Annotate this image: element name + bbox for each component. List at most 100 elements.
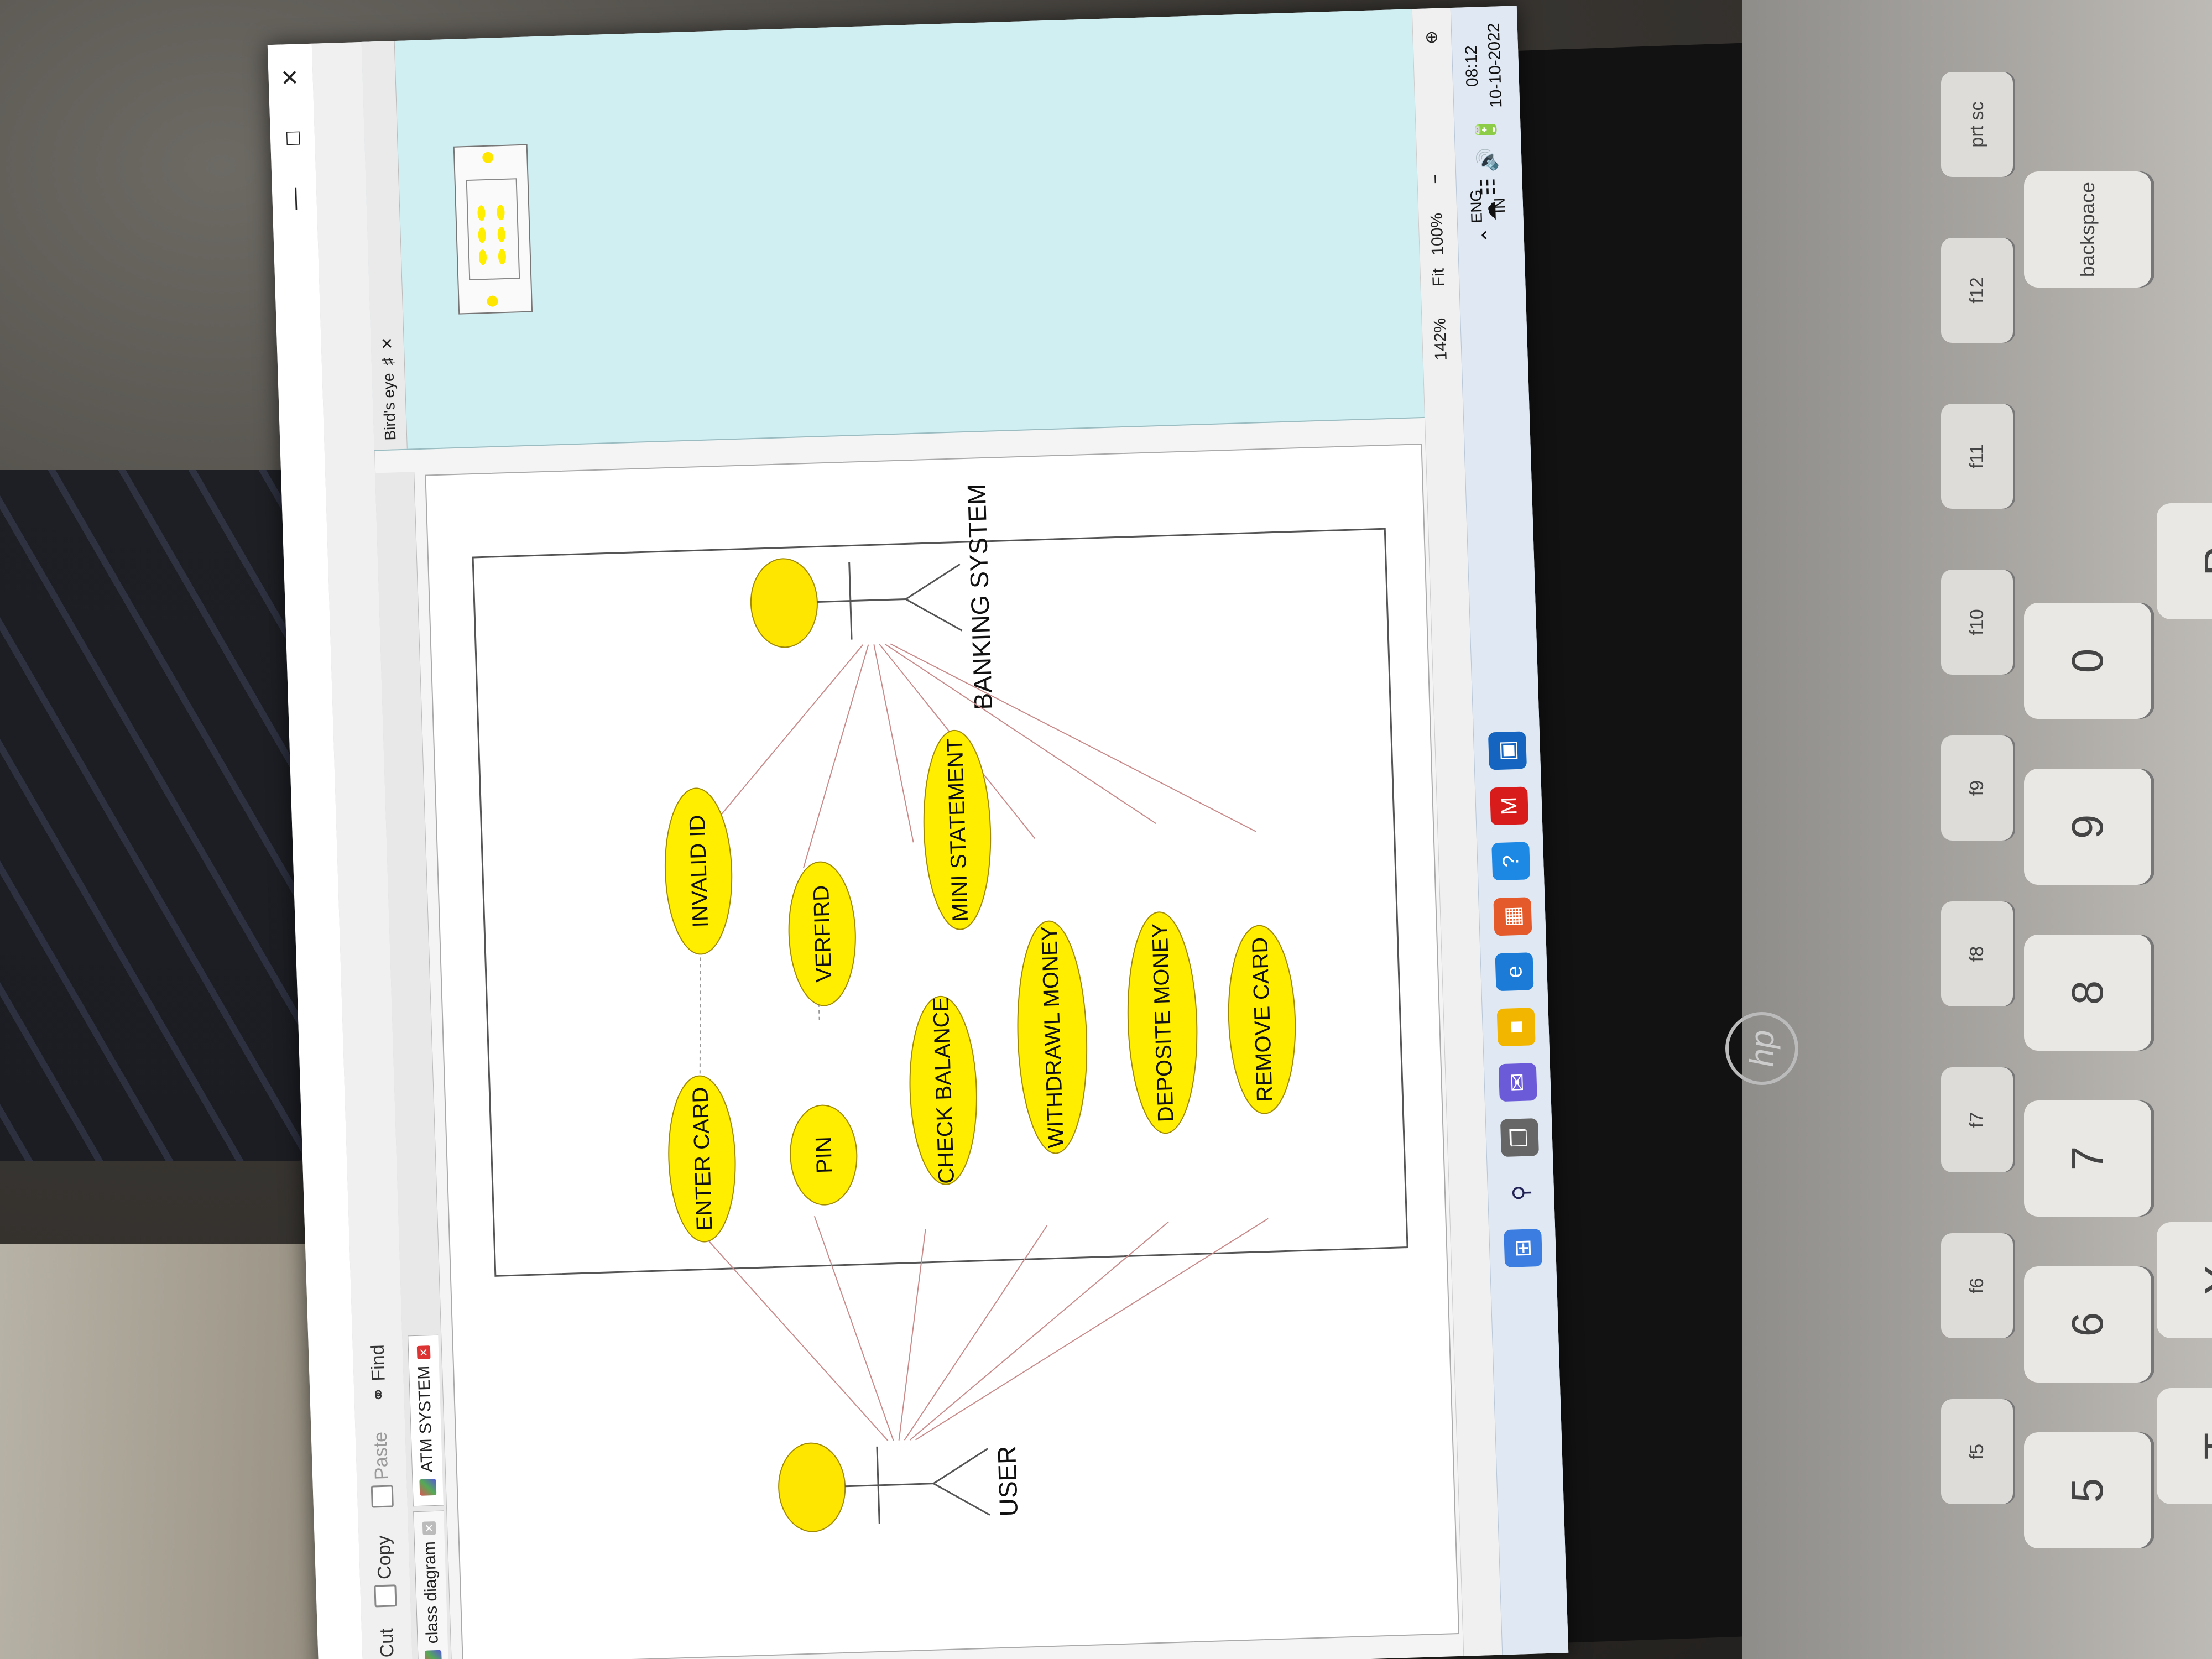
app-window: — □ ✕ ✂ Cut Copy Paste ⚭ Find bbox=[267, 6, 1569, 1659]
key-0[interactable]: 0 bbox=[2024, 603, 2151, 719]
hp-logo-icon: hp bbox=[1725, 1012, 1798, 1085]
key-5[interactable]: 5 bbox=[2024, 1432, 2151, 1548]
use-case-deposit-money[interactable]: DEPOSITE MONEY bbox=[1125, 911, 1201, 1134]
association-line bbox=[803, 644, 869, 868]
tab-atm-system[interactable]: ATM SYSTEM ✕ bbox=[408, 1334, 444, 1507]
diagram-canvas[interactable]: USER BANKING SYSTEM ENTER CARD INVALID I… bbox=[425, 444, 1460, 1659]
zoom-out-icon[interactable]: − bbox=[1426, 174, 1446, 184]
actor-body bbox=[845, 1483, 934, 1488]
key-f8[interactable]: f8 bbox=[1941, 901, 2013, 1006]
minimize-icon[interactable]: — bbox=[276, 171, 313, 227]
birds-eye-title: Bird's eye bbox=[379, 373, 399, 441]
paste-button[interactable]: Paste bbox=[368, 1431, 395, 1508]
actor-head-icon bbox=[778, 1442, 846, 1532]
dependency-arrow bbox=[699, 937, 701, 1093]
use-case-diagram: USER BANKING SYSTEM ENTER CARD INVALID I… bbox=[472, 483, 1408, 1533]
help-app-icon[interactable]: ? bbox=[1491, 842, 1531, 881]
key-y[interactable]: Y bbox=[2157, 1222, 2212, 1338]
key-f11[interactable]: f11 bbox=[1941, 404, 2013, 509]
file-explorer-icon[interactable]: ■ bbox=[1496, 1008, 1536, 1047]
photo-scene: f5 f6 f7 f8 f9 f10 f11 f12 prt sc 5 6 7 … bbox=[0, 0, 2212, 1659]
key-f7[interactable]: f7 bbox=[1941, 1067, 2013, 1172]
actor-leg bbox=[905, 598, 963, 632]
find-button[interactable]: ⚭ Find bbox=[365, 1344, 392, 1403]
key-f12[interactable]: f12 bbox=[1941, 238, 2013, 343]
cut-label: Cut bbox=[375, 1627, 398, 1658]
birds-eye-panel: Bird's eye ♯ ✕ bbox=[361, 8, 1425, 451]
language-code: ENG bbox=[1467, 189, 1485, 223]
cut-button[interactable]: ✂ Cut bbox=[374, 1628, 401, 1659]
maximize-icon[interactable]: □ bbox=[274, 110, 311, 166]
copy-button[interactable]: Copy bbox=[371, 1535, 399, 1608]
use-case-pin[interactable]: PIN bbox=[789, 1104, 859, 1206]
language-indicator[interactable]: ENG IN bbox=[1464, 189, 1512, 223]
use-case-withdraw-money[interactable]: WITHDRAWL MONEY bbox=[1014, 920, 1090, 1155]
use-case-label: PIN bbox=[811, 1136, 837, 1174]
key-f5[interactable]: f5 bbox=[1941, 1399, 2013, 1504]
zoom-in-icon[interactable]: ⊕ bbox=[1422, 30, 1442, 45]
use-case-mini-statement[interactable]: MINI STATEMENT bbox=[921, 729, 993, 931]
key-8[interactable]: 8 bbox=[2024, 935, 2151, 1051]
use-case-enter-card[interactable]: ENTER CARD bbox=[666, 1075, 738, 1243]
zoom-100-button[interactable]: 100% bbox=[1427, 212, 1447, 255]
system-tray-icons[interactable]: ⌃ ☁ ☷ 🔊 🔋 bbox=[1474, 117, 1501, 243]
thumbnail-preview bbox=[466, 152, 520, 307]
binoculars-icon: ⚭ bbox=[368, 1386, 390, 1403]
close-panel-icon[interactable]: ✕ bbox=[378, 337, 397, 350]
clock-date: 10-10-2022 bbox=[1484, 23, 1506, 108]
association-line bbox=[904, 1225, 1048, 1441]
key-p[interactable]: P bbox=[2157, 503, 2212, 619]
paste-icon bbox=[371, 1485, 394, 1508]
association-line bbox=[898, 1229, 926, 1441]
tab-label: ATM SYSTEM bbox=[414, 1365, 436, 1473]
banking-system-actor[interactable]: BANKING SYSTEM bbox=[748, 483, 998, 717]
find-label: Find bbox=[367, 1344, 389, 1382]
search-icon[interactable]: ⚲ bbox=[1502, 1173, 1541, 1212]
start-icon[interactable]: ⊞ bbox=[1504, 1228, 1543, 1268]
association-line bbox=[873, 644, 914, 843]
key-7[interactable]: 7 bbox=[2024, 1100, 2151, 1217]
banking-system-label: BANKING SYSTEM bbox=[962, 483, 998, 710]
association-line bbox=[704, 1235, 889, 1441]
zoom-fit-button[interactable]: Fit bbox=[1429, 268, 1448, 286]
tab-close-icon[interactable]: ✕ bbox=[422, 1521, 436, 1535]
copy-icon bbox=[374, 1584, 397, 1608]
use-case-check-balance[interactable]: CHECK BALANCE bbox=[907, 995, 979, 1186]
mcafee-icon[interactable]: M bbox=[1490, 786, 1529, 826]
key-prtsc[interactable]: prt sc bbox=[1941, 72, 2013, 177]
task-view-icon[interactable]: ❐ bbox=[1500, 1118, 1539, 1157]
association-line bbox=[813, 1215, 894, 1441]
use-case-verified[interactable]: VERFIRD bbox=[787, 861, 858, 1007]
chat-icon[interactable]: ✉ bbox=[1498, 1063, 1537, 1102]
actor-head-icon bbox=[750, 558, 818, 648]
pin-icon[interactable]: ♯ bbox=[379, 357, 397, 366]
birds-eye-thumbnail[interactable] bbox=[453, 144, 533, 315]
user-actor[interactable]: USER bbox=[778, 1437, 1024, 1533]
association-line bbox=[915, 1218, 1269, 1441]
tab-class-diagram[interactable]: class diagram ✕ bbox=[413, 1510, 449, 1659]
actor-leg bbox=[933, 1483, 990, 1516]
actor-leg bbox=[905, 564, 961, 600]
key-f6[interactable]: f6 bbox=[1941, 1233, 2013, 1338]
clock-time: 08:12 bbox=[1462, 45, 1482, 87]
key-f9[interactable]: f9 bbox=[1941, 735, 2013, 841]
app-window-icon[interactable]: ▣ bbox=[1488, 731, 1527, 770]
edge-browser-icon[interactable]: e bbox=[1495, 952, 1534, 992]
paste-label: Paste bbox=[369, 1431, 392, 1480]
use-case-remove-card[interactable]: REMOVE CARD bbox=[1226, 925, 1298, 1115]
clock[interactable]: 08:12 10-10-2022 bbox=[1459, 23, 1509, 109]
laptop-keyboard-area: f5 f6 f7 f8 f9 f10 f11 f12 prt sc 5 6 7 … bbox=[1742, 0, 2212, 1659]
key-9[interactable]: 9 bbox=[2024, 769, 2151, 885]
key-backspace[interactable]: backspace bbox=[2024, 171, 2151, 288]
key-f10[interactable]: f10 bbox=[1941, 570, 2013, 675]
key-t[interactable]: T bbox=[2157, 1388, 2212, 1504]
tab-label: class diagram bbox=[420, 1541, 442, 1644]
close-icon[interactable]: ✕ bbox=[272, 49, 309, 106]
key-6[interactable]: 6 bbox=[2024, 1266, 2151, 1383]
user-label: USER bbox=[992, 1446, 1023, 1517]
association-line bbox=[909, 1221, 1170, 1441]
store-icon[interactable]: ▦ bbox=[1493, 897, 1532, 936]
actor-leg bbox=[933, 1448, 988, 1484]
diagram-icon bbox=[419, 1478, 437, 1496]
tab-close-icon[interactable]: ✕ bbox=[416, 1345, 431, 1360]
